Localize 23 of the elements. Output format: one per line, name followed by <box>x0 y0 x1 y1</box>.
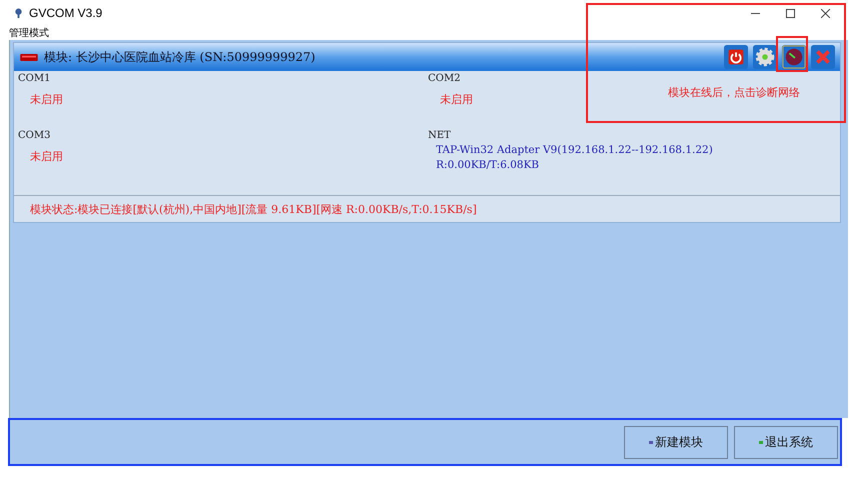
app-icon <box>14 8 23 18</box>
power-icon[interactable] <box>723 45 749 69</box>
action-button[interactable]: 新建模块 <box>624 426 728 458</box>
port-status: TAP-Win32 Adapter V9(192.168.1.22--192.168.1.22) <box>435 144 713 156</box>
window-title: GVCOM V3.9 <box>29 6 102 20</box>
gauge-icon[interactable] <box>781 45 807 69</box>
maximize-icon[interactable] <box>786 8 795 18</box>
close-icon[interactable] <box>821 8 830 18</box>
port-name: NET <box>428 130 452 141</box>
action-button[interactable]: 退出系统 <box>734 426 838 458</box>
settings-icon[interactable] <box>752 45 778 69</box>
port-status: 未启用 <box>29 149 63 164</box>
status-text: 模块状态:模块已连接[默认(杭州),中国内地][流量 9.61KB][网速 R:0.00KB/s,T:0.15KB/s] <box>30 202 477 216</box>
port-status: R:0.00KB/T:6.08KB <box>435 159 540 171</box>
port-name: COM2 <box>428 73 462 84</box>
port-name: COM3 <box>18 130 52 141</box>
port-status: 未启用 <box>29 92 63 107</box>
annotation-text: 模块在线后，点击诊断网络 <box>668 85 800 100</box>
menu-item[interactable]: 管理模式 <box>9 26 49 40</box>
port-name: COM1 <box>18 73 52 84</box>
module-title: 模块: 长沙中心医院血站冷库 (SN:50999999927) <box>44 48 316 66</box>
port-status: 未启用 <box>439 92 473 107</box>
status-light-icon <box>20 54 38 60</box>
